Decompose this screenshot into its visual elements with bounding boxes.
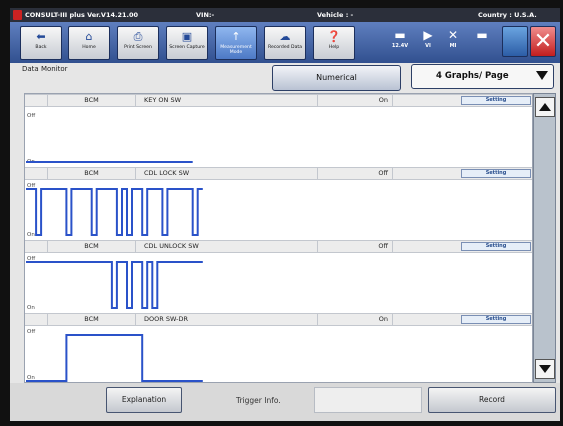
connector-status: ▬ bbox=[470, 27, 494, 43]
close-icon: ✕ bbox=[533, 29, 553, 54]
ecu-label: BCM bbox=[47, 241, 135, 252]
item-name: KEY ON SW bbox=[135, 95, 317, 106]
setting-button[interactable]: Setting bbox=[461, 96, 531, 105]
screen-capture-button[interactable]: ▣ Screen Capture bbox=[166, 26, 208, 60]
trigger-info-label: Trigger Info. bbox=[236, 396, 281, 405]
country-label: Country : U.S.A. bbox=[478, 11, 537, 19]
printer-icon: ⎙ bbox=[133, 30, 143, 43]
scroll-down-button[interactable] bbox=[535, 359, 555, 379]
ecu-label: BCM bbox=[47, 95, 135, 106]
graph-panel: BCM KEY ON SW On Setting Off On bbox=[25, 94, 532, 167]
vin-label: VIN:- bbox=[196, 11, 215, 19]
signal-plot bbox=[26, 334, 203, 382]
help-button[interactable]: ❓ Help bbox=[313, 26, 355, 60]
camera-icon: ▣ bbox=[181, 30, 193, 43]
car-battery-icon: ▬ bbox=[394, 28, 406, 42]
graphs-per-page-select[interactable]: 4 Graphs/ Page bbox=[411, 64, 554, 89]
bottom-bar: Explanation Trigger Info. Record bbox=[10, 383, 560, 421]
scroll-up-button[interactable] bbox=[535, 97, 555, 117]
item-name: DOOR SW-DR bbox=[135, 314, 317, 325]
signal-plot bbox=[26, 188, 203, 236]
back-button[interactable]: ⬅ Back bbox=[20, 26, 62, 60]
battery-status: ▬ 12.4V bbox=[387, 27, 413, 50]
graph-header: BCM CDL UNLOCK SW Off Setting bbox=[25, 240, 532, 253]
signal-plot bbox=[26, 261, 203, 309]
back-arrow-icon: ⬅ bbox=[36, 30, 46, 43]
signal-trace bbox=[26, 261, 203, 309]
home-button[interactable]: ⌂ Home bbox=[68, 26, 110, 60]
print-screen-button[interactable]: ⎙ Print Screen bbox=[117, 26, 159, 60]
vertical-scrollbar[interactable] bbox=[533, 93, 556, 383]
recorded-data-icon: ☁ bbox=[279, 30, 291, 43]
page-title: Data Monitor bbox=[22, 65, 68, 73]
value-spacer bbox=[392, 95, 460, 106]
graph-area: BCM KEY ON SW On Setting Off On BCM CDL … bbox=[24, 93, 533, 383]
vi-icon: ▶ bbox=[423, 28, 433, 42]
item-name: CDL UNLOCK SW bbox=[135, 241, 317, 252]
item-value: Off bbox=[317, 241, 392, 252]
setting-button[interactable]: Setting bbox=[461, 169, 531, 178]
close-button[interactable]: ✕ bbox=[530, 26, 556, 57]
value-spacer bbox=[392, 314, 460, 325]
app-title: CONSULT-III plus Ver.V14.21.00 bbox=[25, 11, 139, 19]
vi-status: ▶ VI bbox=[418, 27, 438, 50]
vehicle-label: Vehicle : - bbox=[317, 11, 354, 19]
graphs-per-page-value: 4 Graphs/ Page bbox=[436, 71, 509, 81]
value-spacer bbox=[392, 241, 460, 252]
minimize-button[interactable] bbox=[502, 26, 528, 57]
home-icon: ⌂ bbox=[85, 30, 93, 43]
graph-header: BCM KEY ON SW On Setting bbox=[25, 94, 532, 107]
measurement-icon: ↑ bbox=[231, 30, 241, 43]
ecu-label: BCM bbox=[47, 168, 135, 179]
consult-screen: CONSULT-III plus Ver.V14.21.00 VIN:- Veh… bbox=[10, 8, 560, 421]
chevron-down-icon bbox=[536, 71, 548, 80]
signal-plot bbox=[26, 161, 193, 163]
setting-button[interactable]: Setting bbox=[461, 315, 531, 324]
record-button[interactable]: Record bbox=[428, 387, 556, 413]
trigger-info-field bbox=[314, 387, 422, 413]
graph-panel: BCM DOOR SW-DR On Setting Off On bbox=[25, 313, 532, 386]
item-value: Off bbox=[317, 168, 392, 179]
title-bar: CONSULT-III plus Ver.V14.21.00 VIN:- Veh… bbox=[10, 8, 560, 22]
app-logo-icon bbox=[13, 10, 22, 20]
item-value: On bbox=[317, 95, 392, 106]
measurement-mode-button[interactable]: ↑ Measurement Mode bbox=[215, 26, 257, 60]
graph-panel: BCM CDL LOCK SW Off Setting Off On bbox=[25, 167, 532, 240]
graph-header: BCM CDL LOCK SW Off Setting bbox=[25, 167, 532, 180]
graph-header: BCM DOOR SW-DR On Setting bbox=[25, 313, 532, 326]
recorded-data-button[interactable]: ☁ Recorded Data bbox=[264, 26, 306, 60]
item-name: CDL LOCK SW bbox=[135, 168, 317, 179]
arrow-up-icon bbox=[539, 103, 551, 111]
mi-status: ✕ MI bbox=[443, 27, 463, 50]
value-spacer bbox=[392, 168, 460, 179]
graph-panel: BCM CDL UNLOCK SW Off Setting Off On bbox=[25, 240, 532, 313]
item-value: On bbox=[317, 314, 392, 325]
connector-icon: ▬ bbox=[476, 28, 488, 42]
mi-icon: ✕ bbox=[447, 28, 459, 42]
ecu-label: BCM bbox=[47, 314, 135, 325]
arrow-down-icon bbox=[539, 365, 551, 373]
setting-button[interactable]: Setting bbox=[461, 242, 531, 251]
numerical-button[interactable]: Numerical bbox=[272, 65, 401, 91]
help-icon: ❓ bbox=[327, 30, 341, 43]
signal-trace bbox=[26, 188, 203, 236]
signal-trace bbox=[26, 334, 203, 382]
toolbar: ⬅ Back ⌂ Home ⎙ Print Screen ▣ Screen Ca… bbox=[10, 22, 560, 63]
explanation-button[interactable]: Explanation bbox=[106, 387, 182, 413]
